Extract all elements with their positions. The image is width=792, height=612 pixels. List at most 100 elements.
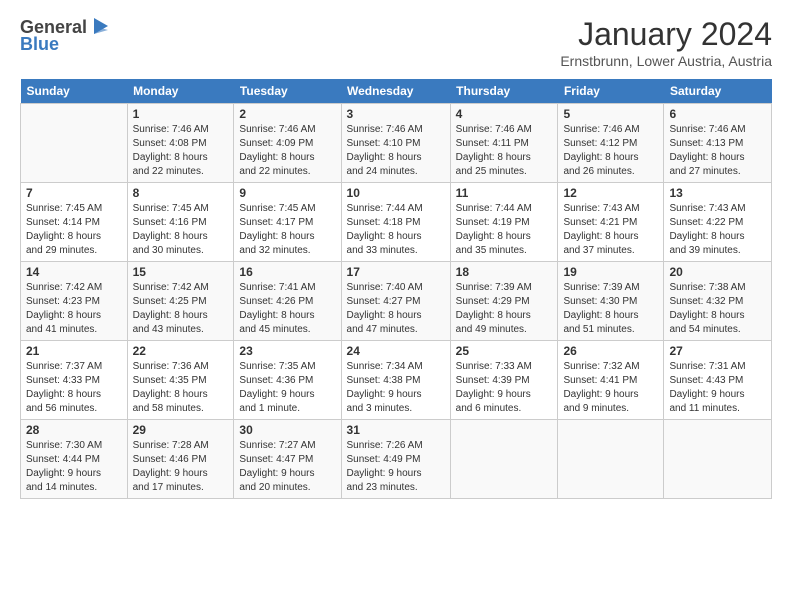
day-number: 17 bbox=[347, 265, 445, 279]
sunrise-text: Sunrise: 7:37 AM bbox=[26, 360, 122, 374]
sunrise-text: Sunrise: 7:46 AM bbox=[347, 123, 445, 137]
daylight-minutes: and 51 minutes. bbox=[563, 323, 658, 337]
calendar-week-row: 1Sunrise: 7:46 AMSunset: 4:08 PMDaylight… bbox=[21, 104, 772, 183]
sunset-text: Sunset: 4:12 PM bbox=[563, 137, 658, 151]
calendar-week-row: 21 Sunrise: 7:37 AMSunset: 4:33 PMDayligh… bbox=[21, 341, 772, 420]
daylight-text: Daylight: 8 hours bbox=[669, 230, 766, 244]
day-info: Sunrise: 7:34 AMSunset: 4:38 PMDaylight:… bbox=[347, 360, 445, 416]
calendar-week-row: 28 Sunrise: 7:30 AMSunset: 4:44 PMDayligh… bbox=[21, 420, 772, 499]
sunset-text: Sunset: 4:11 PM bbox=[456, 137, 553, 151]
sunset-text: Sunset: 4:08 PM bbox=[133, 137, 229, 151]
daylight-minutes: and 25 minutes. bbox=[456, 165, 553, 179]
sunrise-text: Sunrise: 7:38 AM bbox=[669, 281, 766, 295]
day-number: 2 bbox=[239, 107, 335, 121]
day-info: Sunrise: 7:46 AMSunset: 4:10 PMDaylight:… bbox=[347, 123, 445, 179]
logo: General Blue bbox=[20, 16, 112, 55]
daylight-text: Daylight: 8 hours bbox=[347, 309, 445, 323]
day-info: Sunrise: 7:37 AMSunset: 4:33 PMDaylight:… bbox=[26, 360, 122, 416]
daylight-minutes: and 39 minutes. bbox=[669, 244, 766, 258]
daylight-text: Daylight: 8 hours bbox=[239, 230, 335, 244]
day-number: 6 bbox=[669, 107, 766, 121]
sunset-text: Sunset: 4:10 PM bbox=[347, 137, 445, 151]
day-number: 30 bbox=[239, 423, 335, 437]
sunset-text: Sunset: 4:26 PM bbox=[239, 295, 335, 309]
table-row: 27Sunrise: 7:31 AMSunset: 4:43 PMDayligh… bbox=[664, 341, 772, 420]
day-number: 21 bbox=[26, 344, 122, 358]
daylight-text: Daylight: 8 hours bbox=[669, 151, 766, 165]
day-number: 28 bbox=[26, 423, 122, 437]
table-row: 9 Sunrise: 7:45 AMSunset: 4:17 PMDaylight… bbox=[234, 183, 341, 262]
day-info: Sunrise: 7:30 AMSunset: 4:44 PMDaylight:… bbox=[26, 439, 122, 495]
daylight-minutes: and 49 minutes. bbox=[456, 323, 553, 337]
sunrise-text: Sunrise: 7:39 AM bbox=[456, 281, 553, 295]
day-number: 20 bbox=[669, 265, 766, 279]
sunset-text: Sunset: 4:39 PM bbox=[456, 374, 553, 388]
table-row: 11Sunrise: 7:44 AMSunset: 4:19 PMDayligh… bbox=[450, 183, 558, 262]
day-number: 31 bbox=[347, 423, 445, 437]
logo-icon bbox=[90, 16, 112, 38]
daylight-text: Daylight: 9 hours bbox=[26, 467, 122, 481]
daylight-text: Daylight: 9 hours bbox=[347, 388, 445, 402]
day-info: Sunrise: 7:43 AMSunset: 4:21 PMDaylight:… bbox=[563, 202, 658, 258]
sunrise-text: Sunrise: 7:46 AM bbox=[133, 123, 229, 137]
day-number: 1 bbox=[133, 107, 229, 121]
sunrise-text: Sunrise: 7:26 AM bbox=[347, 439, 445, 453]
daylight-minutes: and 30 minutes. bbox=[133, 244, 229, 258]
daylight-minutes: and 29 minutes. bbox=[26, 244, 122, 258]
daylight-text: Daylight: 8 hours bbox=[239, 151, 335, 165]
day-number: 22 bbox=[133, 344, 229, 358]
day-info: Sunrise: 7:45 AMSunset: 4:17 PMDaylight:… bbox=[239, 202, 335, 258]
daylight-text: Daylight: 8 hours bbox=[563, 309, 658, 323]
daylight-minutes: and 20 minutes. bbox=[239, 481, 335, 495]
daylight-text: Daylight: 9 hours bbox=[239, 467, 335, 481]
sunrise-text: Sunrise: 7:27 AM bbox=[239, 439, 335, 453]
sunset-text: Sunset: 4:22 PM bbox=[669, 216, 766, 230]
table-row: 24Sunrise: 7:34 AMSunset: 4:38 PMDayligh… bbox=[341, 341, 450, 420]
table-row: 30 Sunrise: 7:27 AMSunset: 4:47 PMDayligh… bbox=[234, 420, 341, 499]
day-info: Sunrise: 7:38 AMSunset: 4:32 PMDaylight:… bbox=[669, 281, 766, 337]
sunset-text: Sunset: 4:21 PM bbox=[563, 216, 658, 230]
day-number: 7 bbox=[26, 186, 122, 200]
sunset-text: Sunset: 4:09 PM bbox=[239, 137, 335, 151]
location: Ernstbrunn, Lower Austria, Austria bbox=[560, 53, 772, 69]
day-number: 15 bbox=[133, 265, 229, 279]
day-info: Sunrise: 7:41 AMSunset: 4:26 PMDaylight:… bbox=[239, 281, 335, 337]
title-block: January 2024 Ernstbrunn, Lower Austria, … bbox=[560, 16, 772, 69]
day-info: Sunrise: 7:46 AMSunset: 4:09 PMDaylight:… bbox=[239, 123, 335, 179]
sunset-text: Sunset: 4:43 PM bbox=[669, 374, 766, 388]
table-row: 22 Sunrise: 7:36 AMSunset: 4:35 PMDayligh… bbox=[127, 341, 234, 420]
table-row bbox=[664, 420, 772, 499]
calendar-table: Sunday Monday Tuesday Wednesday Thursday… bbox=[20, 79, 772, 499]
day-info: Sunrise: 7:28 AMSunset: 4:46 PMDaylight:… bbox=[133, 439, 229, 495]
day-number: 4 bbox=[456, 107, 553, 121]
day-info: Sunrise: 7:42 AMSunset: 4:23 PMDaylight:… bbox=[26, 281, 122, 337]
day-number: 12 bbox=[563, 186, 658, 200]
daylight-text: Daylight: 9 hours bbox=[239, 388, 335, 402]
daylight-minutes: and 3 minutes. bbox=[347, 402, 445, 416]
sunset-text: Sunset: 4:16 PM bbox=[133, 216, 229, 230]
table-row bbox=[21, 104, 128, 183]
sunset-text: Sunset: 4:18 PM bbox=[347, 216, 445, 230]
table-row: 2 Sunrise: 7:46 AMSunset: 4:09 PMDaylight… bbox=[234, 104, 341, 183]
day-number: 5 bbox=[563, 107, 658, 121]
table-row: 13Sunrise: 7:43 AMSunset: 4:22 PMDayligh… bbox=[664, 183, 772, 262]
sunset-text: Sunset: 4:29 PM bbox=[456, 295, 553, 309]
sunrise-text: Sunrise: 7:42 AM bbox=[133, 281, 229, 295]
daylight-minutes: and 1 minute. bbox=[239, 402, 335, 416]
page: General Blue January 2024 Ernstbrunn, Lo… bbox=[0, 0, 792, 612]
sunrise-text: Sunrise: 7:39 AM bbox=[563, 281, 658, 295]
sunset-text: Sunset: 4:36 PM bbox=[239, 374, 335, 388]
day-info: Sunrise: 7:42 AMSunset: 4:25 PMDaylight:… bbox=[133, 281, 229, 337]
day-number: 9 bbox=[239, 186, 335, 200]
table-row: 26Sunrise: 7:32 AMSunset: 4:41 PMDayligh… bbox=[558, 341, 664, 420]
day-number: 14 bbox=[26, 265, 122, 279]
day-number: 8 bbox=[133, 186, 229, 200]
sunset-text: Sunset: 4:30 PM bbox=[563, 295, 658, 309]
sunset-text: Sunset: 4:47 PM bbox=[239, 453, 335, 467]
daylight-minutes: and 45 minutes. bbox=[239, 323, 335, 337]
day-info: Sunrise: 7:36 AMSunset: 4:35 PMDaylight:… bbox=[133, 360, 229, 416]
daylight-text: Daylight: 9 hours bbox=[133, 467, 229, 481]
month-year: January 2024 bbox=[560, 16, 772, 53]
day-info: Sunrise: 7:45 AMSunset: 4:16 PMDaylight:… bbox=[133, 202, 229, 258]
daylight-text: Daylight: 8 hours bbox=[347, 151, 445, 165]
